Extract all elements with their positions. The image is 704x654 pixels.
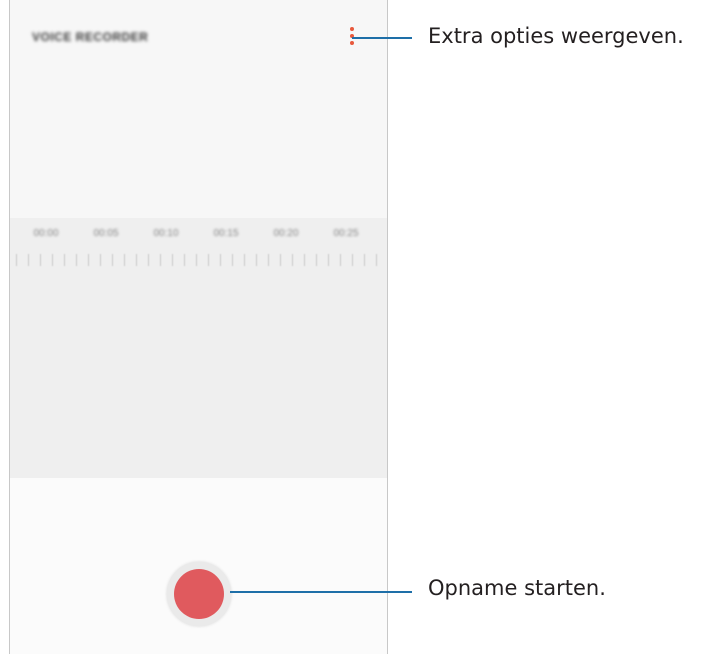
ruler-tick — [40, 254, 41, 266]
callout-start-recording: Opname starten. — [428, 576, 606, 600]
ruler-tick — [196, 254, 197, 266]
ruler-tick — [268, 254, 269, 266]
ruler-tick — [232, 254, 233, 266]
record-button[interactable] — [174, 569, 224, 619]
ruler-tick — [208, 254, 209, 266]
ruler-tick — [220, 254, 221, 266]
ruler-tick — [280, 254, 281, 266]
timeline-label: 00:20 — [273, 228, 299, 239]
app-header: VOICE RECORDER — [10, 0, 387, 86]
control-area — [10, 478, 387, 654]
ruler-tick — [316, 254, 317, 266]
ruler-tick — [100, 254, 101, 266]
phone-screen: VOICE RECORDER 00:00 00:05 00:10 00:15 0… — [9, 0, 388, 654]
timeline-label: 00:15 — [213, 228, 239, 239]
ruler-tick — [244, 254, 245, 266]
ruler-tick — [340, 254, 341, 266]
ruler-tick — [28, 254, 29, 266]
timeline-ruler — [10, 248, 387, 270]
ruler-tick — [328, 254, 329, 266]
callout-line-more-options — [352, 37, 412, 39]
ruler-tick — [292, 254, 293, 266]
recording-timeline: 00:00 00:05 00:10 00:15 00:20 00:25 — [10, 218, 387, 478]
ruler-tick — [304, 254, 305, 266]
ruler-tick — [52, 254, 53, 266]
ruler-tick — [76, 254, 77, 266]
ruler-tick — [148, 254, 149, 266]
timeline-label: 00:00 — [33, 228, 59, 239]
record-button-ring — [167, 562, 231, 626]
callout-line-start-recording — [230, 591, 412, 593]
ruler-tick — [124, 254, 125, 266]
ruler-tick — [364, 254, 365, 266]
ruler-tick — [172, 254, 173, 266]
ruler-tick — [16, 254, 17, 266]
ruler-tick — [64, 254, 65, 266]
timeline-label: 00:05 — [93, 228, 119, 239]
ruler-tick — [88, 254, 89, 266]
more-options-icon[interactable] — [346, 26, 358, 46]
timeline-label: 00:25 — [333, 228, 359, 239]
timeline-labels: 00:00 00:05 00:10 00:15 00:20 00:25 — [10, 228, 387, 242]
ruler-tick — [112, 254, 113, 266]
ruler-tick — [160, 254, 161, 266]
ruler-tick — [352, 254, 353, 266]
more-options-dot — [350, 41, 354, 45]
app-title: VOICE RECORDER — [32, 30, 149, 44]
callout-more-options: Extra opties weergeven. — [428, 24, 684, 48]
ruler-tick — [256, 254, 257, 266]
ruler-tick — [184, 254, 185, 266]
ruler-tick — [136, 254, 137, 266]
more-options-dot — [350, 27, 354, 31]
timeline-label: 00:10 — [153, 228, 179, 239]
ruler-tick — [376, 254, 377, 266]
